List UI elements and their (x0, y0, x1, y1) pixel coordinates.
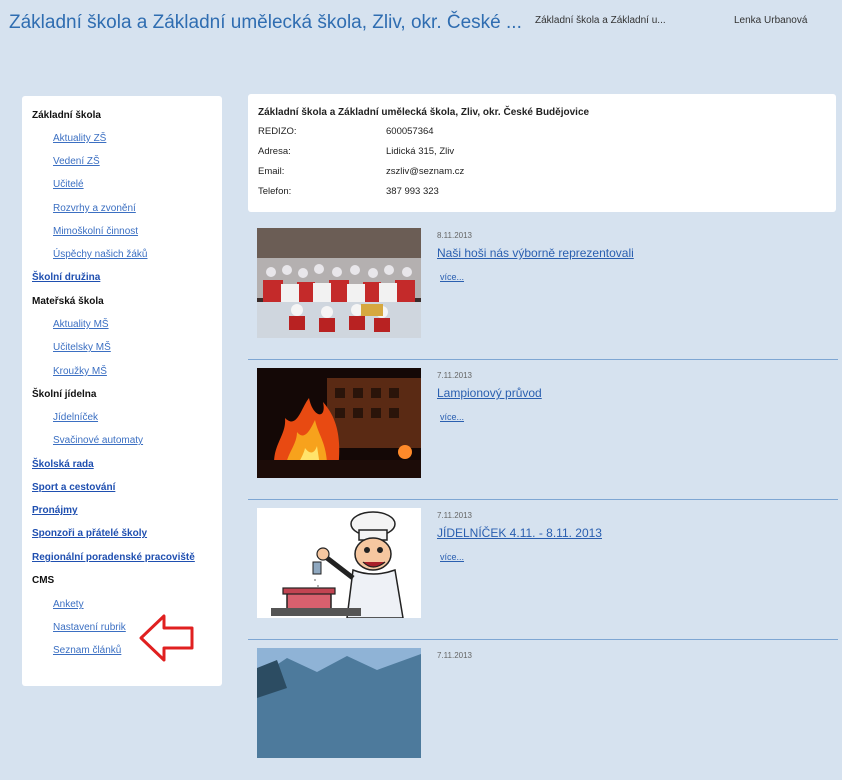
sidebar-heading-skolni-jidelna: Školní jídelna (32, 389, 97, 400)
sidebar-item-skolni-druzina[interactable]: Školní družina (32, 272, 100, 283)
info-label-redizo: REDIZO: (258, 126, 297, 137)
sidebar-heading-zakladni-skola: Základní škola (32, 110, 101, 121)
school-selector[interactable]: Základní škola a Základní u... (535, 15, 666, 26)
article-date: 7.11.2013 (437, 651, 472, 660)
sidebar-item-sport[interactable]: Sport a cestování (32, 482, 115, 493)
sidebar-item-mimoskolni[interactable]: Mimoškolní činnost (53, 226, 138, 237)
article-date: 7.11.2013 (437, 511, 472, 520)
article-more-link[interactable]: více... (440, 412, 464, 422)
article-title-link[interactable]: JÍDELNÍČEK 4.11. - 8.11. 2013 (437, 526, 602, 540)
article-date: 7.11.2013 (437, 371, 472, 380)
sidebar-item-skolska-rada[interactable]: Školská rada (32, 459, 94, 470)
article-more-link[interactable]: více... (440, 272, 464, 282)
hockey-team-photo[interactable] (257, 228, 421, 338)
user-name[interactable]: Lenka Urbanová (734, 15, 807, 26)
sidebar-item-aktuality-ms[interactable]: Aktuality MŠ (53, 319, 109, 330)
sidebar-item-krouzky-ms[interactable]: Kroužky MŠ (53, 366, 107, 377)
sidebar-item-seznam-clanku[interactable]: Seznam článků (53, 645, 121, 656)
school-name: Základní škola a Základní umělecká škola… (258, 107, 590, 118)
red-arrow-icon (139, 614, 194, 662)
burning-building-photo[interactable] (257, 368, 421, 478)
info-value-email: zszliv@seznam.cz (386, 166, 465, 177)
school-info-box: Základní škola a Základní umělecká škola… (248, 94, 836, 212)
sidebar-item-sponzori[interactable]: Sponzoři a přátelé školy (32, 528, 147, 539)
sidebar-item-poradenske-pracoviste[interactable]: Regionální poradenské pracoviště (32, 552, 195, 563)
sidebar-item-pronajmy[interactable]: Pronájmy (32, 505, 78, 516)
sidebar-heading-materska-skola: Mateřská škola (32, 296, 104, 307)
chef-cartoon[interactable] (257, 508, 421, 618)
sidebar-item-jidelnicek[interactable]: Jídelníček (53, 412, 98, 423)
article-item: 8.11.2013 Naši hoši nás výborně reprezen… (248, 220, 838, 360)
sidebar-item-uspechy[interactable]: Úspěchy našich žáků (53, 249, 148, 260)
sidebar: Základní škola Aktuality ZŠ Vedení ZŠ Uč… (22, 96, 222, 686)
info-label-email: Email: (258, 166, 285, 177)
sidebar-item-ucitelsky-ms[interactable]: Učitelsky MŠ (53, 342, 111, 353)
info-label-telefon: Telefon: (258, 186, 292, 197)
header: Základní škola a Základní umělecká škola… (0, 0, 842, 58)
info-value-redizo: 600057364 (386, 126, 434, 137)
article-title-link[interactable]: Naši hoši nás výborně reprezentovali (437, 246, 634, 260)
article-item: 7.11.2013 (248, 640, 838, 780)
info-value-adresa: Lidická 315, Zliv (386, 146, 455, 157)
sidebar-item-ankety[interactable]: Ankety (53, 599, 84, 610)
article-date: 8.11.2013 (437, 231, 472, 240)
article-more-link[interactable]: více... (440, 552, 464, 562)
sidebar-item-rozvrhy[interactable]: Rozvrhy a zvonění (53, 203, 136, 214)
article-item: 7.11.2013 Lampionový průvod více... (248, 360, 838, 500)
article-item: 7.11.2013 JÍDELNÍČEK 4.11. - 8.11. 2013 … (248, 500, 838, 640)
sidebar-item-svacinove-automaty[interactable]: Svačinové automaty (53, 435, 143, 446)
sidebar-heading-cms: CMS (32, 575, 55, 586)
info-label-adresa: Adresa: (258, 146, 291, 157)
site-title[interactable]: Základní škola a Základní umělecká škola… (9, 12, 522, 34)
sidebar-item-ucitele[interactable]: Učitelé (53, 179, 84, 190)
sidebar-item-aktuality-zs[interactable]: Aktuality ZŠ (53, 133, 106, 144)
landscape-photo[interactable] (257, 648, 421, 758)
article-title-link[interactable]: Lampionový průvod (437, 386, 542, 400)
sidebar-item-nastaveni-rubrik[interactable]: Nastavení rubrik (53, 622, 126, 633)
info-value-telefon: 387 993 323 (386, 186, 439, 197)
sidebar-item-vedeni-zs[interactable]: Vedení ZŠ (53, 156, 100, 167)
